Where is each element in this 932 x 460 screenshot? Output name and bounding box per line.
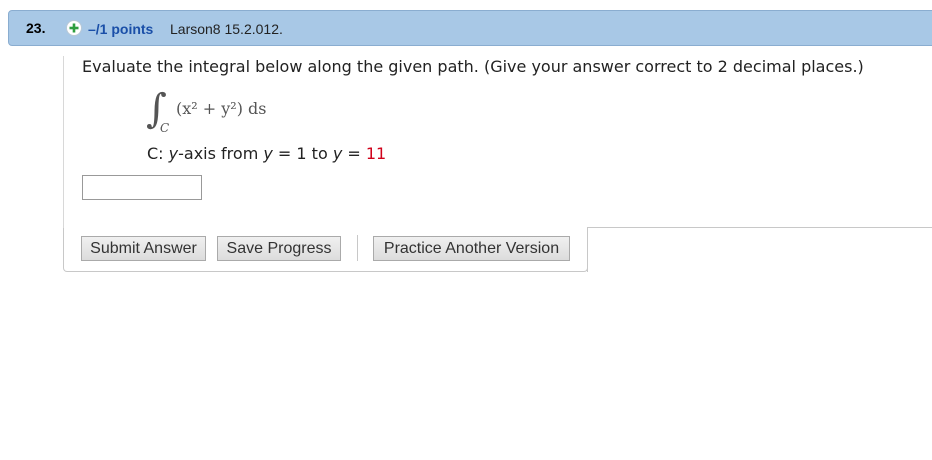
integral-subscript: C [160,121,169,135]
frame-left-border [63,56,64,236]
path-axis-text: -axis from [178,144,264,163]
path-axis-variable: y [168,144,179,163]
integral-expression: ∫ C (x² + y²) ds [146,84,306,136]
integrand: (x² + y²) ds [176,99,267,118]
practice-another-version-button[interactable]: Practice Another Version [373,236,570,261]
plus-icon[interactable] [66,20,82,36]
question-prompt: Evaluate the integral below along the gi… [82,57,864,76]
question-header: 23. –/1 points Larson8 15.2.012. [8,10,932,46]
path-var2: y [332,144,343,163]
submit-answer-button[interactable]: Submit Answer [81,236,206,261]
save-progress-button[interactable]: Save Progress [217,236,341,261]
button-separator [357,235,358,261]
path-var1: y [263,144,273,163]
section-divider [588,227,932,228]
answer-input[interactable] [82,175,202,200]
path-end-value: 11 [365,144,387,163]
question-source: Larson8 15.2.012. [170,21,283,37]
path-eq2: = [342,144,366,163]
question-number: 23. [26,20,46,36]
path-eq1: = 1 to [272,144,333,163]
path-description: C: y-axis from y = 1 to y = 11 [147,144,386,163]
section-divider-corner [587,227,588,272]
path-prefix: C: [147,144,169,163]
points-link[interactable]: –/1 points [88,21,153,37]
